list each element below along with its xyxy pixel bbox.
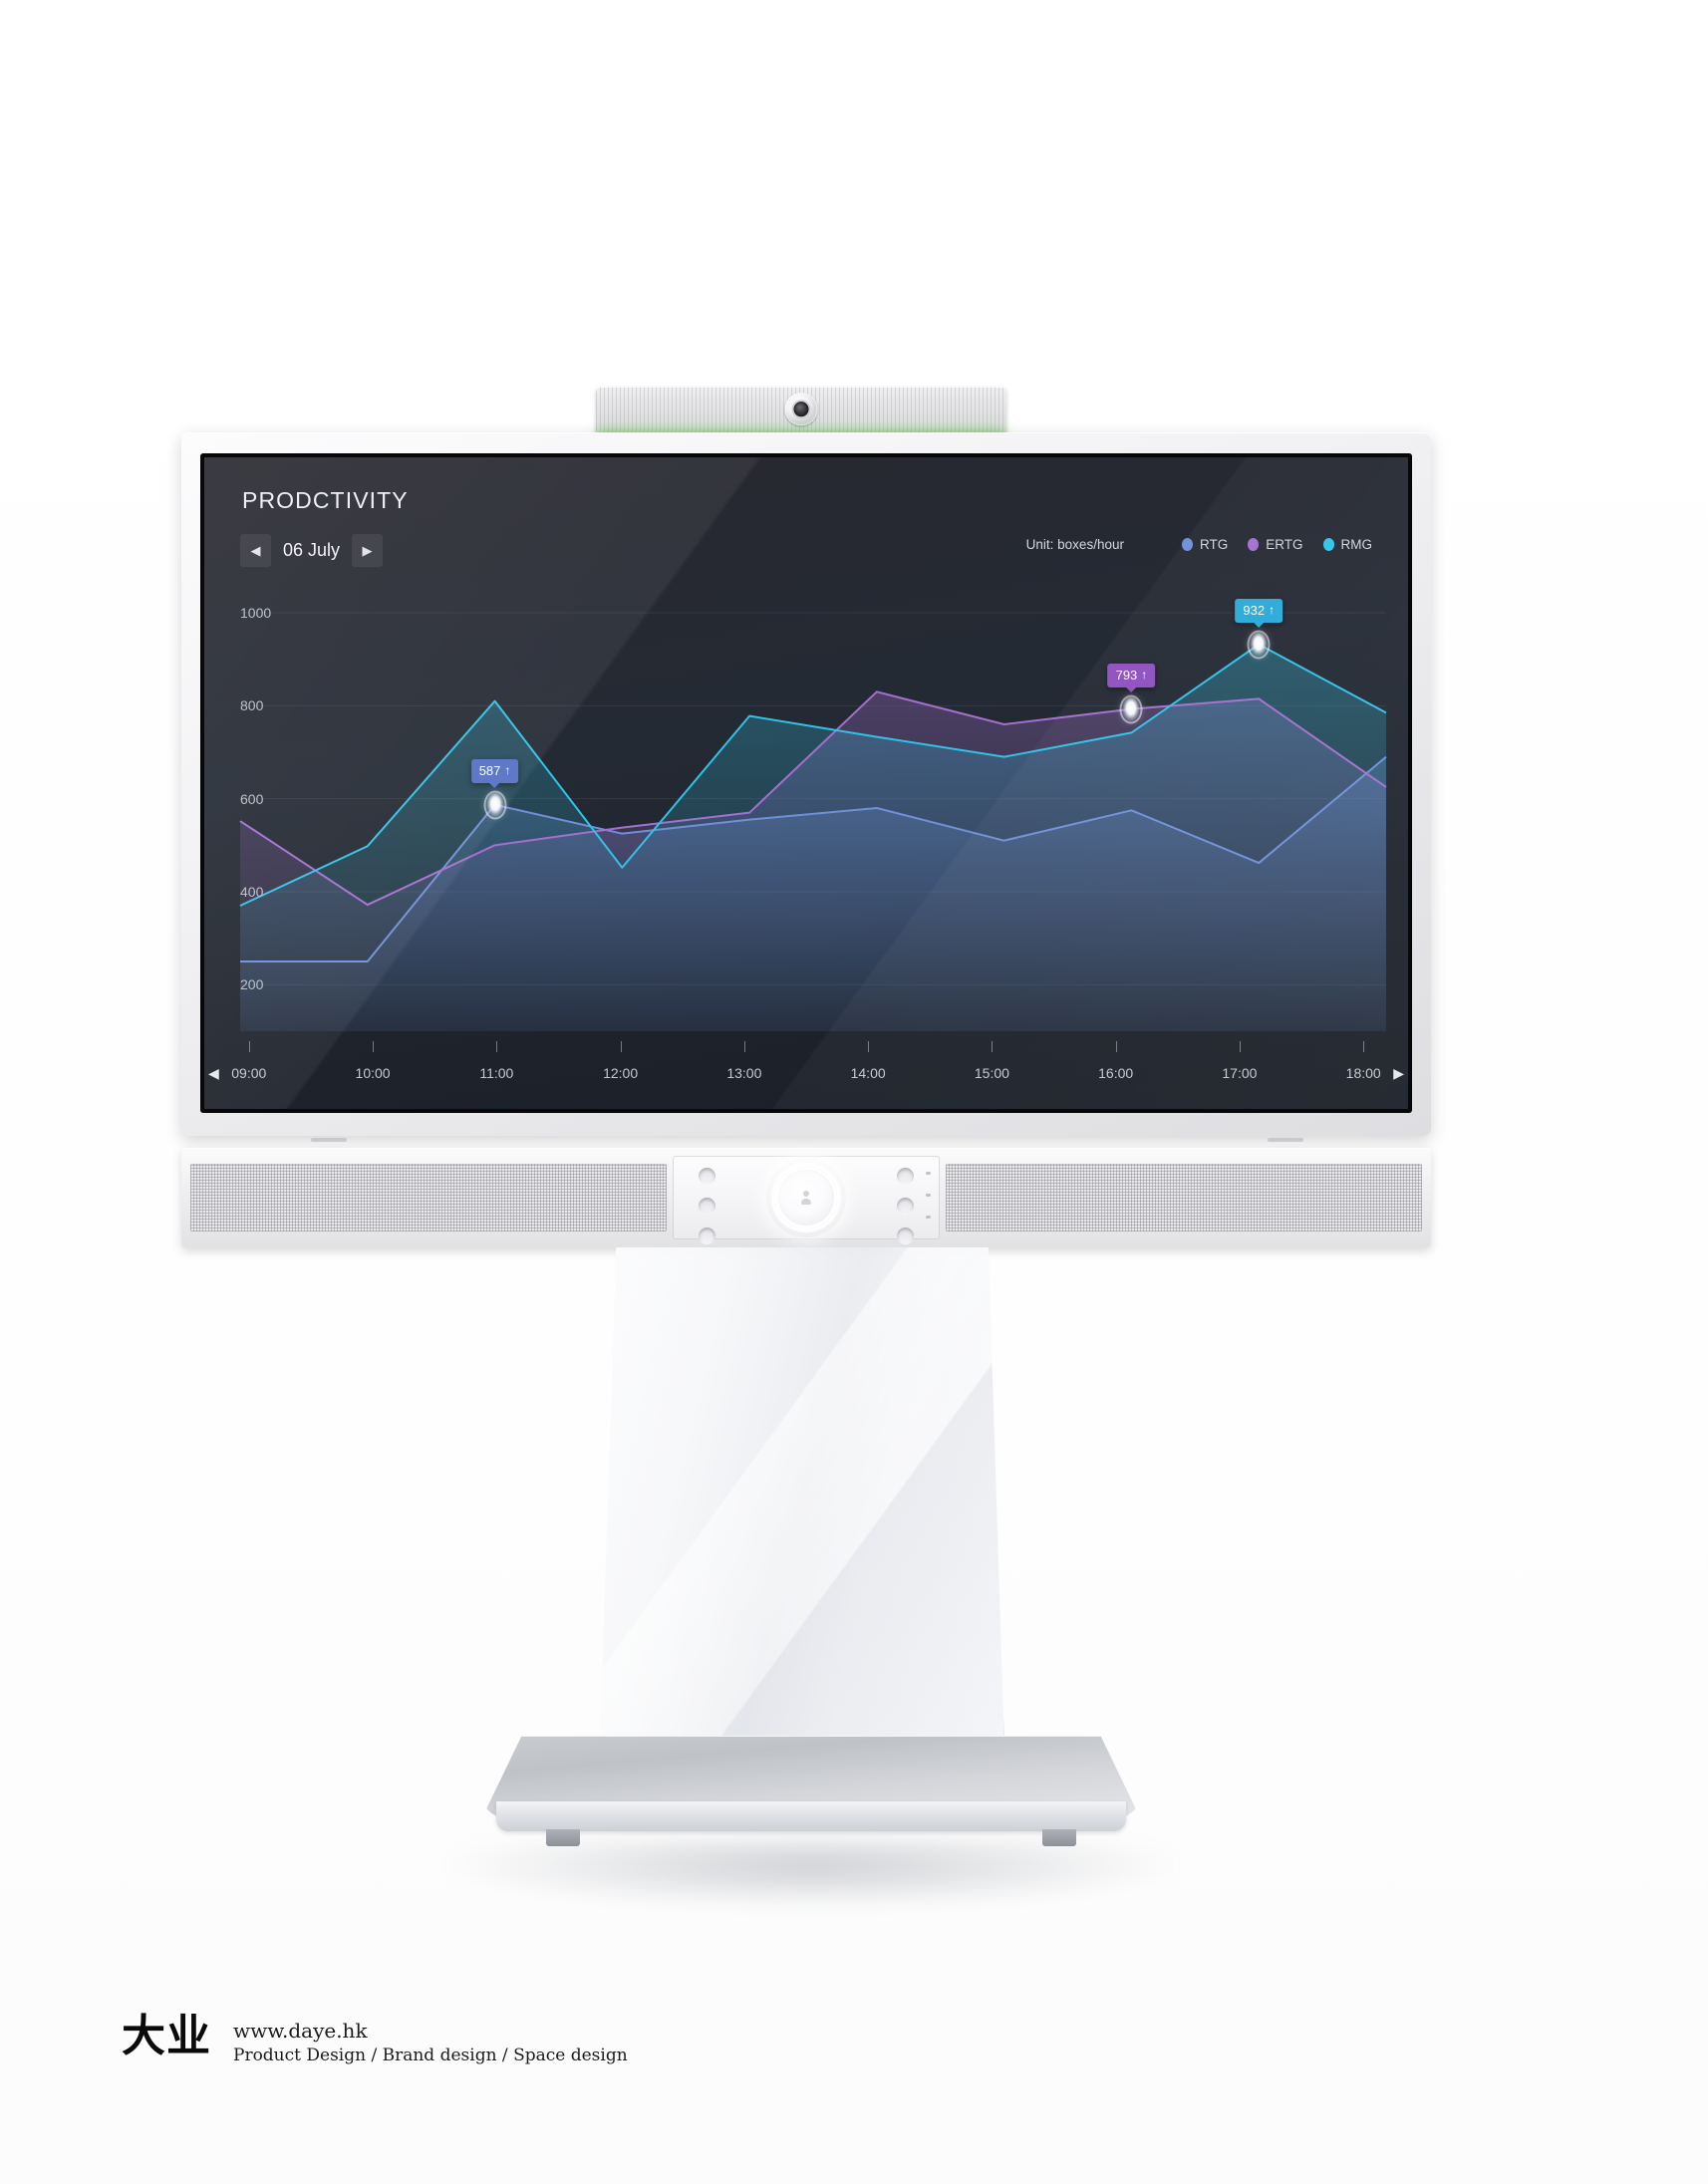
x-tick-label: 11:00 (479, 1065, 514, 1081)
y-tick-label: 1000 (240, 605, 272, 621)
x-tick-label: 14:00 (850, 1065, 886, 1081)
mic-holes-right (897, 1168, 914, 1244)
trend-up-icon: ↑ (504, 763, 511, 778)
x-tick-label: 09:00 (231, 1065, 267, 1081)
unit-label: Unit: boxes/hour (1025, 537, 1124, 552)
footer-text-block: www.daye.hk Product Design / Brand desig… (233, 2015, 628, 2068)
x-tick-label: 13:00 (726, 1065, 762, 1081)
base-foot-right (1042, 1829, 1076, 1846)
legend-dot-rtg (1181, 538, 1193, 551)
stand-glare (600, 1247, 1004, 1746)
data-tooltip: 793 ↑ (1107, 663, 1156, 687)
next-day-button[interactable]: ▶ (352, 534, 384, 567)
monitor-bezel: PRODCTIVITY ◀ 06 July ▶ Unit: boxes/hour… (181, 432, 1431, 1136)
mic-hole-icon (699, 1198, 715, 1215)
selected-date-label[interactable]: 06 July (274, 540, 349, 561)
tooltip-value: 793 (1115, 667, 1138, 682)
legend-item-ertg[interactable]: ERTG (1248, 537, 1303, 552)
x-tick-mark (1363, 1041, 1365, 1052)
scroll-right-button[interactable]: ▶ (1393, 1065, 1404, 1082)
stand-base (482, 1736, 1140, 1847)
trend-up-icon: ↑ (1269, 603, 1276, 618)
prev-day-button[interactable]: ◀ (240, 534, 271, 567)
soundbar (181, 1148, 1431, 1247)
x-tick-mark (992, 1041, 994, 1052)
services-tagline: Product Design / Brand design / Space de… (233, 2046, 628, 2065)
data-tooltip: 932 ↑ (1235, 598, 1283, 623)
x-tick-mark (743, 1041, 745, 1052)
chart-plot-area: 200 400 600 800 1000 587 ↑ 793 ↑ 932 ↑ (240, 585, 1386, 1031)
y-tick-label: 200 (240, 976, 264, 993)
x-tick-mark (1115, 1041, 1117, 1052)
website-url: www.daye.hk (233, 2019, 368, 2043)
mic-holes-left (699, 1168, 715, 1244)
mic-hole-icon (699, 1168, 715, 1185)
legend-dot-ertg (1248, 538, 1260, 551)
x-tick-mark (1239, 1041, 1241, 1052)
x-tick-mark (496, 1041, 498, 1052)
x-tick-label: 15:00 (974, 1065, 1009, 1081)
data-tooltip: 587 ↑ (470, 758, 519, 783)
stand-column (600, 1247, 1004, 1746)
x-tick-label: 17:00 (1222, 1065, 1258, 1081)
x-tick-label: 18:00 (1345, 1065, 1381, 1081)
tooltip-value: 587 (478, 762, 501, 778)
date-navigator: ◀ 06 July ▶ (240, 534, 384, 567)
daye-logo: 大业 (122, 2011, 211, 2061)
mic-hole-icon (699, 1228, 715, 1244)
indicator-dot (926, 1194, 931, 1197)
mic-hole-icon (897, 1228, 914, 1244)
legend-dot-rmg (1322, 538, 1334, 551)
speaker-grille-right (946, 1164, 1422, 1231)
presence-button[interactable] (775, 1167, 837, 1228)
base-front-edge (496, 1801, 1126, 1831)
camera-lens-icon (784, 393, 818, 426)
chart-svg (240, 585, 1386, 1031)
x-tick-mark (868, 1041, 870, 1052)
tooltip-value: 932 (1243, 602, 1266, 618)
speaker-grille-left (190, 1164, 667, 1231)
display-screen: PRODCTIVITY ◀ 06 July ▶ Unit: boxes/hour… (204, 457, 1408, 1109)
bezel-notch-right (1268, 1138, 1303, 1142)
y-tick-label: 400 (240, 884, 264, 900)
data-point-marker[interactable] (1249, 632, 1269, 658)
data-point-marker[interactable] (485, 792, 505, 818)
x-tick-mark (373, 1041, 375, 1052)
legend-item-rtg[interactable]: RTG (1181, 537, 1229, 552)
legend-label-rmg: RMG (1340, 537, 1373, 552)
x-tick-mark (248, 1041, 250, 1052)
camera-bar (596, 387, 1006, 434)
data-point-marker[interactable] (1121, 696, 1141, 722)
legend-item-rmg[interactable]: RMG (1322, 537, 1373, 552)
person-icon (802, 1191, 811, 1205)
scroll-left-button[interactable]: ◀ (208, 1065, 219, 1082)
dashboard-ui: PRODCTIVITY ◀ 06 July ▶ Unit: boxes/hour… (204, 457, 1408, 1109)
chart-legend: Unit: boxes/hour RTG ERTG RMG (1026, 537, 1372, 552)
footer-branding: 大业 www.daye.hk Product Design / Brand de… (122, 2015, 628, 2068)
bezel-notch-left (311, 1138, 347, 1142)
page-title: PRODCTIVITY (242, 487, 409, 513)
mic-hole-icon (897, 1168, 914, 1185)
trend-up-icon: ↑ (1141, 668, 1148, 682)
x-axis: ◀ ▶ 09:00 10:00 11:00 12:00 13:00 14:00 15:00 1… (208, 1039, 1404, 1097)
screen-frame: PRODCTIVITY ◀ 06 July ▶ Unit: boxes/hour… (200, 453, 1412, 1113)
x-tick-mark (620, 1041, 622, 1052)
control-console (673, 1156, 940, 1244)
floor-shadow (453, 1838, 1171, 1908)
x-tick-label: 12:00 (603, 1065, 639, 1081)
mic-hole-icon (897, 1198, 914, 1215)
indicator-dot (926, 1172, 931, 1175)
indicator-dot (926, 1216, 931, 1219)
legend-label-ertg: ERTG (1266, 537, 1303, 552)
legend-label-rtg: RTG (1199, 537, 1229, 552)
indicator-dots (926, 1172, 931, 1219)
base-foot-left (546, 1829, 580, 1846)
y-tick-label: 800 (240, 697, 264, 714)
y-tick-label: 600 (240, 790, 264, 807)
x-tick-label: 16:00 (1098, 1065, 1134, 1081)
product-stage: PRODCTIVITY ◀ 06 July ▶ Unit: boxes/hour… (0, 0, 1708, 2184)
x-tick-label: 10:00 (355, 1065, 391, 1081)
